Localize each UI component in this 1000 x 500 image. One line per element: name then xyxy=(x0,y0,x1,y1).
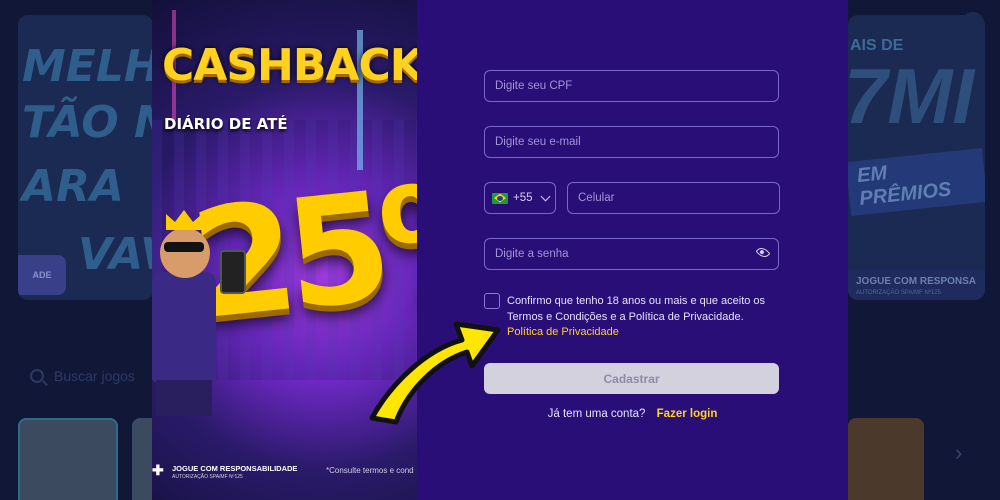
background-banner-big: 7MI xyxy=(848,52,975,140)
background-search-placeholder: Buscar jogos xyxy=(54,368,135,384)
privacy-policy-link[interactable]: Política de Privacidade xyxy=(507,326,619,338)
background-game-thumb xyxy=(848,418,924,500)
background-banner-footer-title: JOGUE COM RESPONSA xyxy=(856,276,977,287)
background-game-thumb xyxy=(18,418,118,500)
login-link[interactable]: Fazer login xyxy=(657,408,718,420)
chevron-down-icon xyxy=(540,191,550,201)
password-input[interactable] xyxy=(484,238,779,270)
brazil-flag-icon xyxy=(492,192,508,204)
background-banner-footer: JOGUE COM RESPONSA AUTORIZAÇÃO SPA/MF Nº… xyxy=(848,270,985,300)
background-banner-ribbon: EM PRÊMIOS xyxy=(848,147,985,217)
promo-footer-small: AUTORIZAÇÃO SPA/MF Nº125 xyxy=(172,474,243,480)
mascot-glasses xyxy=(164,242,204,252)
carousel-next-icon: › xyxy=(955,440,963,465)
background-banner-line: VAV xyxy=(78,229,153,280)
crown-icon xyxy=(166,210,202,230)
phone-input[interactable] xyxy=(567,182,780,214)
background-banner-line: ARA xyxy=(22,161,124,212)
background-banner-footer-small: AUTORIZAÇÃO SPA/MF Nº125 xyxy=(856,290,941,296)
background-banner-left: MELHOR TÃO NA ARA VAV ADE xyxy=(18,15,153,300)
mascot-phone xyxy=(220,250,246,294)
arrow-pointer-icon xyxy=(369,321,501,425)
background-banner-right: AIS DE 7MI EM PRÊMIOS JOGUE COM RESPONSA… xyxy=(848,15,985,300)
country-code-select[interactable]: +55 xyxy=(484,182,556,214)
country-code-value: +55 xyxy=(513,192,533,204)
mascot-head xyxy=(160,228,210,278)
have-account-text: Já tem uma conta? xyxy=(547,408,646,420)
search-icon xyxy=(30,369,44,383)
background-banner-pill: ADE xyxy=(18,255,66,295)
mascot-body xyxy=(152,272,216,382)
email-input[interactable] xyxy=(484,126,779,158)
consent-text: Confirmo que tenho 18 anos ou mais e que… xyxy=(507,294,797,341)
promo-footer-note: *Consulte termos e cond xyxy=(326,466,414,475)
background-banner-line: TÃO NA xyxy=(22,97,153,148)
background-banner-line: MELHOR xyxy=(22,41,153,92)
mascot-legs xyxy=(156,380,212,416)
promo-subtitle: DIÁRIO DE ATÉ xyxy=(164,115,288,133)
promo-title: CASHBACK xyxy=(162,40,417,91)
mascot-illustration xyxy=(152,210,246,416)
consent-label: Confirmo que tenho 18 anos ou mais e que… xyxy=(507,295,766,323)
arrow-shape xyxy=(369,321,501,425)
promo-footer-title: JOGUE COM RESPONSABILIDADE xyxy=(172,464,298,473)
background-search: Buscar jogos xyxy=(20,358,160,394)
cpf-input[interactable] xyxy=(484,70,779,102)
register-button[interactable]: Cadastrar xyxy=(484,363,779,394)
plus-18-icon: ✚ xyxy=(152,462,164,478)
